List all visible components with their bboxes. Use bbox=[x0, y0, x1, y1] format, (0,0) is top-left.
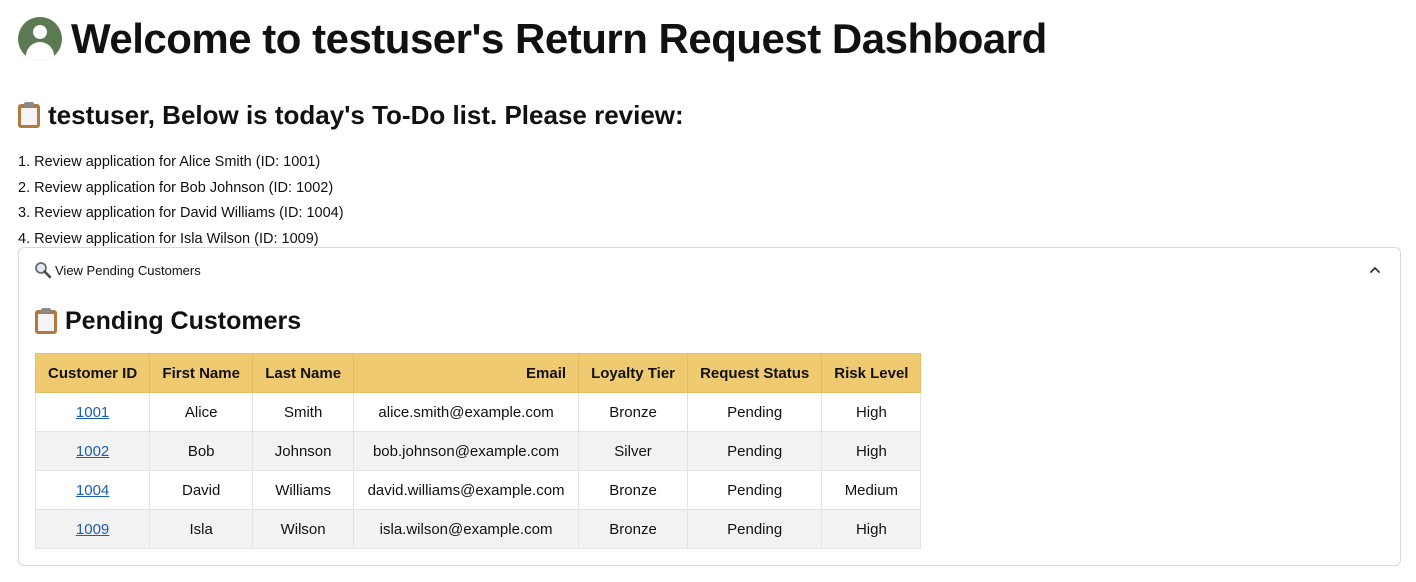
pending-customers-table: Customer ID First Name Last Name Email L… bbox=[34, 353, 922, 549]
table-header-row: Customer ID First Name Last Name Email L… bbox=[34, 353, 922, 393]
pending-title-row: Pending Customers bbox=[35, 306, 1400, 336]
table-row: 1004 David Williams david.williams@examp… bbox=[34, 470, 922, 510]
risk-level-cell: High bbox=[821, 392, 922, 432]
customer-id-cell: 1001 bbox=[34, 392, 151, 432]
email-cell: bob.johnson@example.com bbox=[353, 431, 580, 471]
customer-id-link[interactable]: 1001 bbox=[76, 404, 109, 421]
request-status-cell: Pending bbox=[687, 392, 823, 432]
request-status-cell: Pending bbox=[687, 509, 823, 549]
loyalty-tier-cell: Bronze bbox=[578, 470, 689, 510]
page-title: Welcome to testuser's Return Request Das… bbox=[71, 15, 1047, 62]
todo-item: 2. Review application for Bob Johnson (I… bbox=[18, 179, 334, 196]
loyalty-tier-cell: Bronze bbox=[578, 509, 689, 549]
column-header-customer-id: Customer ID bbox=[34, 353, 151, 393]
email-cell: alice.smith@example.com bbox=[353, 392, 580, 432]
customer-id-cell: 1004 bbox=[34, 470, 151, 510]
todo-heading-row: testuser, Below is today's To-Do list. P… bbox=[18, 98, 1402, 132]
section-title: Pending Customers bbox=[65, 307, 302, 335]
first-name-cell: Bob bbox=[149, 431, 254, 471]
loyalty-tier-cell: Bronze bbox=[578, 392, 689, 432]
risk-level-cell: Medium bbox=[821, 470, 922, 510]
customer-id-link[interactable]: 1004 bbox=[76, 482, 109, 499]
table-row: 1002 Bob Johnson bob.johnson@example.com… bbox=[34, 431, 922, 471]
column-header-risk-level: Risk Level bbox=[821, 353, 922, 393]
customer-id-link[interactable]: 1002 bbox=[76, 443, 109, 460]
customer-id-cell: 1009 bbox=[34, 509, 151, 549]
last-name-cell: Williams bbox=[252, 470, 355, 510]
column-header-last-name: Last Name bbox=[252, 353, 355, 393]
column-header-first-name: First Name bbox=[149, 353, 254, 393]
clipboard-icon bbox=[35, 308, 57, 334]
first-name-cell: David bbox=[149, 470, 254, 510]
column-header-loyalty-tier: Loyalty Tier bbox=[578, 353, 689, 393]
request-status-cell: Pending bbox=[687, 470, 823, 510]
magnifier-icon bbox=[35, 262, 52, 279]
todo-list: 1. Review application for Alice Smith (I… bbox=[18, 150, 1402, 252]
request-status-cell: Pending bbox=[687, 431, 823, 471]
todo-item: 1. Review application for Alice Smith (I… bbox=[18, 154, 321, 170]
table-row: 1009 Isla Wilson isla.wilson@example.com… bbox=[34, 509, 922, 549]
last-name-cell: Johnson bbox=[252, 431, 355, 471]
loyalty-tier-cell: Silver bbox=[578, 431, 689, 471]
expander-label: View Pending Customers bbox=[55, 262, 201, 278]
email-cell: isla.wilson@example.com bbox=[353, 509, 580, 549]
first-name-cell: Isla bbox=[149, 509, 254, 549]
clipboard-icon bbox=[18, 102, 40, 128]
first-name-cell: Alice bbox=[149, 392, 254, 432]
expander-header[interactable]: View Pending Customers bbox=[19, 248, 1400, 292]
risk-level-cell: High bbox=[821, 509, 922, 549]
customer-id-cell: 1002 bbox=[34, 431, 151, 471]
column-header-email: Email bbox=[353, 353, 580, 393]
column-header-request-status: Request Status bbox=[687, 353, 823, 393]
email-cell: david.williams@example.com bbox=[353, 470, 580, 510]
todo-item: 3. Review application for David Williams… bbox=[18, 205, 344, 222]
title-row: Welcome to testuser's Return Request Das… bbox=[18, 14, 1402, 64]
pending-customers-expander: View Pending Customers Pending Customers… bbox=[18, 247, 1401, 566]
last-name-cell: Smith bbox=[252, 392, 355, 432]
customer-id-link[interactable]: 1009 bbox=[76, 521, 109, 538]
todo-heading: testuser, Below is today's To-Do list. P… bbox=[48, 100, 684, 130]
table-row: 1001 Alice Smith alice.smith@example.com… bbox=[34, 392, 922, 432]
risk-level-cell: High bbox=[821, 431, 922, 471]
last-name-cell: Wilson bbox=[252, 509, 355, 549]
dashboard-page: Welcome to testuser's Return Request Das… bbox=[0, 0, 1416, 582]
user-avatar-icon bbox=[18, 17, 62, 61]
chevron-up-icon[interactable] bbox=[1368, 263, 1382, 277]
